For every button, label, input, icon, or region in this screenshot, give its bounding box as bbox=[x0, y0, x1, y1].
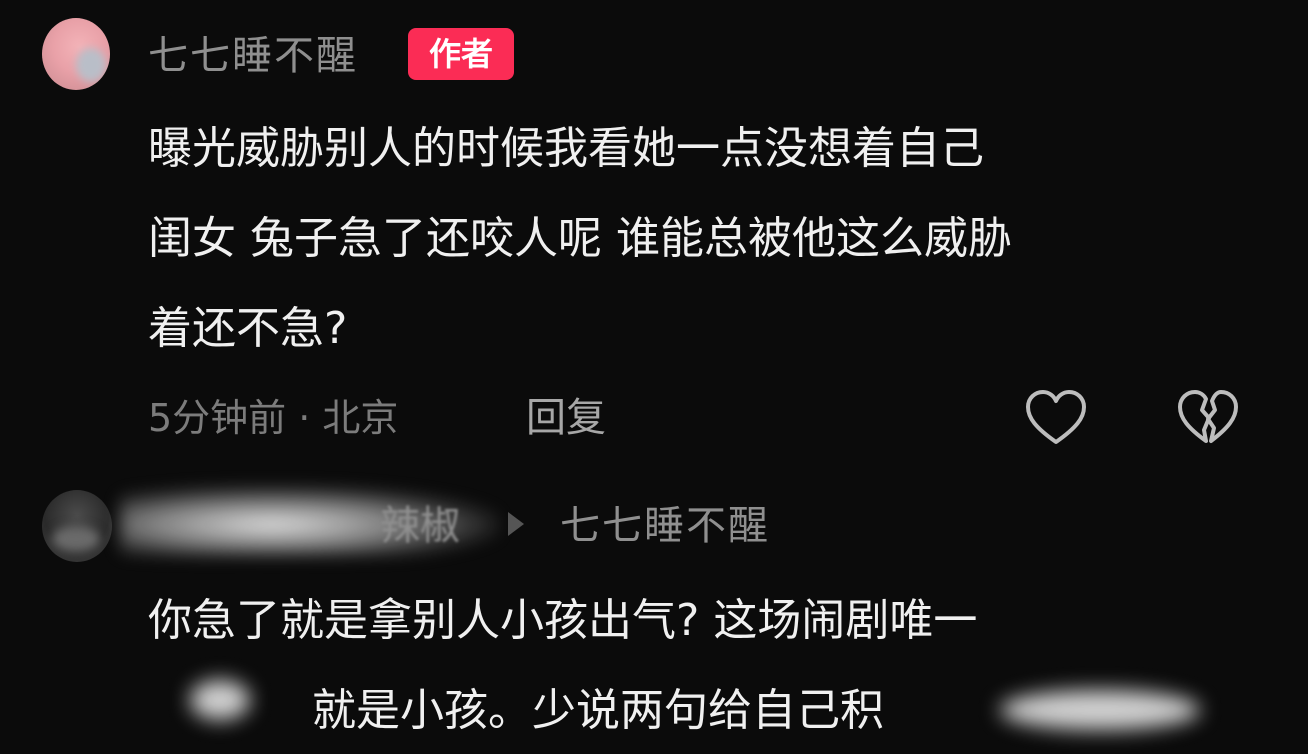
broken-heart-icon[interactable] bbox=[1176, 388, 1240, 448]
reply-text-line-2: 就是小孩。少说两句给自己积 bbox=[312, 685, 884, 736]
reply-text-line-1: 你急了就是拿别人小孩出气? 这场闹剧唯一 bbox=[148, 595, 978, 646]
avatar[interactable] bbox=[42, 18, 110, 90]
blur-patch bbox=[190, 680, 250, 720]
heart-outline-icon[interactable] bbox=[1024, 388, 1088, 448]
reply-arrow-icon bbox=[508, 512, 524, 536]
comment-meta: 5分钟前 · 北京 bbox=[148, 396, 399, 440]
reply-button[interactable]: 回复 bbox=[526, 390, 606, 446]
comment-text-line-1: 曝光威胁别人的时候我看她一点没想着自己 bbox=[148, 123, 984, 174]
blur-patch bbox=[1000, 690, 1200, 730]
comment-text-line-3: 着还不急? bbox=[148, 303, 348, 354]
reply-to-username[interactable]: 七七睡不醒 bbox=[560, 500, 770, 552]
author-badge: 作者 bbox=[408, 28, 514, 80]
comment-username[interactable]: 七七睡不醒 bbox=[148, 30, 358, 82]
comment-text-line-2: 闺女 兔子急了还咬人呢 谁能总被他这么威胁 bbox=[148, 213, 1012, 264]
reply-username[interactable]: 辣椒 bbox=[380, 500, 460, 552]
avatar[interactable] bbox=[42, 490, 112, 562]
